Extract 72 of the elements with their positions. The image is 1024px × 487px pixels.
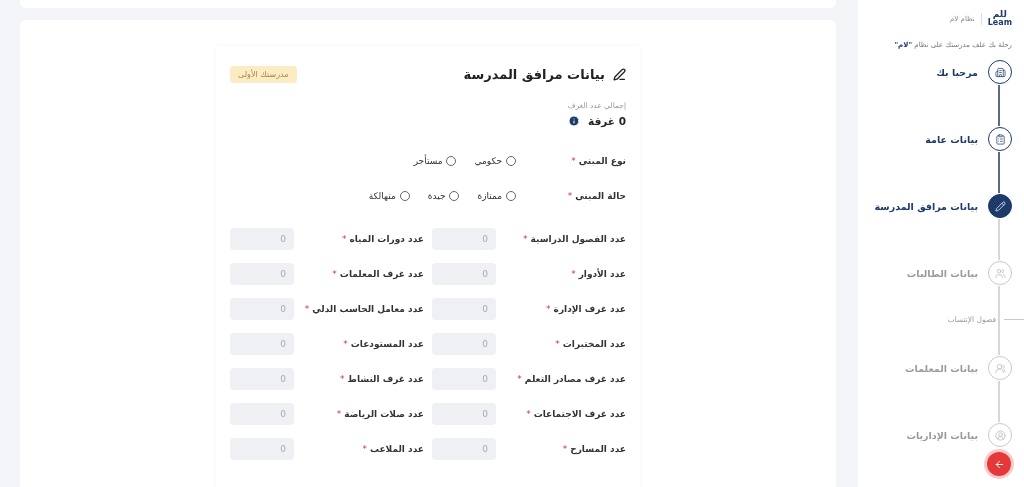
field-label: نوع المبنى: [578, 155, 626, 166]
required-mark: *: [332, 268, 337, 279]
field-label: عدد غرف المعلمات: [339, 268, 424, 279]
number-field[interactable]: 0: [230, 262, 294, 285]
field-label: عدد معامل الحاسب الدلي: [312, 303, 424, 314]
field-label: عدد دورات المياه: [349, 233, 424, 244]
required-mark: *: [362, 443, 367, 454]
radio-option[interactable]: جيدة: [427, 190, 460, 201]
required-mark: *: [567, 190, 573, 201]
step-item[interactable]: بيانات عامة: [858, 126, 1012, 152]
number-field[interactable]: 0: [230, 437, 294, 460]
field-label: عدد الأدوار: [578, 268, 626, 279]
radio-icon[interactable]: [449, 190, 460, 201]
clipboard-icon: [994, 133, 1006, 145]
number-field[interactable]: 0: [432, 332, 496, 355]
number-field[interactable]: 0: [432, 297, 496, 320]
step-item[interactable]: بيانات مرافق المدرسة: [858, 193, 1012, 219]
field-label: عدد غرف الاجتماعات: [533, 408, 626, 419]
required-mark: *: [546, 303, 551, 314]
radio-option[interactable]: ممتازة: [477, 190, 516, 201]
required-mark: *: [562, 443, 568, 454]
number-field[interactable]: 0: [432, 367, 496, 390]
pencil-icon: [994, 200, 1006, 212]
number-field[interactable]: 0: [230, 332, 294, 355]
field-label: عدد غرف الإدارة: [553, 303, 626, 314]
arrow-left-icon: [993, 458, 1005, 470]
number-field[interactable]: 0: [432, 262, 496, 285]
pen-icon: [613, 68, 626, 81]
number-field[interactable]: 0: [230, 402, 294, 425]
school-tag: مدرستك الأولى: [230, 66, 297, 83]
radio-icon[interactable]: [446, 155, 457, 166]
field-label: عدد المستودعات: [350, 338, 424, 349]
radio-icon[interactable]: [506, 155, 516, 166]
number-field[interactable]: 0: [230, 297, 294, 320]
number-field[interactable]: 0: [432, 437, 496, 460]
number-field[interactable]: 0: [230, 367, 294, 390]
radio-icon[interactable]: [506, 190, 516, 201]
number-field[interactable]: 0: [432, 402, 496, 425]
required-mark: *: [571, 155, 576, 166]
field-label: عدد الفصول الدراسية: [530, 233, 626, 244]
step-item[interactable]: مرحبا بك: [858, 59, 1012, 85]
required-mark: *: [336, 408, 342, 419]
required-mark: *: [571, 268, 576, 279]
form-title: بيانات مرافق المدرسة: [463, 67, 605, 82]
info-icon[interactable]: [568, 115, 581, 127]
field-label: عدد صلات الرياضة: [344, 408, 424, 419]
required-mark: *: [523, 233, 528, 244]
required-mark: *: [340, 373, 345, 384]
field-label: عدد المختبرات: [562, 338, 626, 349]
group-icon: [994, 362, 1006, 374]
field-label: عدد المسارح: [570, 443, 626, 454]
required-mark: *: [517, 373, 522, 384]
number-field[interactable]: 0: [230, 227, 294, 250]
users-icon: [994, 267, 1006, 279]
user-icon: [994, 429, 1006, 441]
field-label: عدد غرف النشاط: [347, 373, 424, 384]
required-mark: *: [343, 338, 348, 349]
required-mark: *: [341, 233, 347, 244]
radio-option[interactable]: حكومي: [474, 155, 516, 166]
radio-option[interactable]: مستأجر: [413, 155, 457, 166]
field-label: حالة المبنى: [575, 190, 626, 201]
required-mark: *: [555, 338, 560, 349]
required-mark: *: [526, 408, 531, 419]
field-label: عدد غرف مصادر التعلم: [524, 373, 626, 384]
field-label: عدد الملاعب: [369, 443, 424, 454]
radio-icon[interactable]: [399, 190, 410, 201]
total-rooms-value: 0 غرفة: [588, 115, 626, 127]
number-field[interactable]: 0: [432, 227, 496, 250]
required-mark: *: [304, 303, 310, 314]
back-button[interactable]: [987, 452, 1011, 476]
building-icon: [994, 66, 1006, 78]
radio-option[interactable]: متهالكة: [368, 190, 410, 201]
